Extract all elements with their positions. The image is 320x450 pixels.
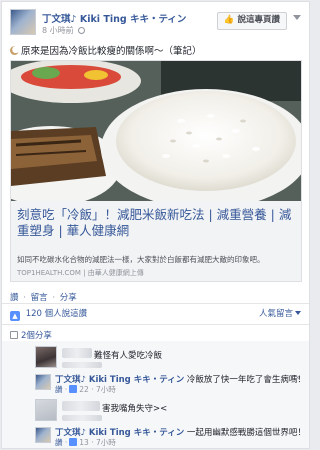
meta-dot: · bbox=[64, 385, 68, 394]
page-like-label: 說這專頁讚 bbox=[237, 15, 280, 25]
reply-likes[interactable]: 13 bbox=[79, 438, 89, 447]
reply-avatar[interactable] bbox=[35, 427, 51, 443]
thumbs-up-icon bbox=[69, 385, 78, 393]
post-actions: 讚 · 留言 · 分享 bbox=[10, 291, 77, 303]
like-page-icon: 👍 bbox=[223, 15, 235, 25]
chevron-down-icon[interactable] bbox=[293, 15, 301, 20]
divider bbox=[2, 303, 309, 304]
reply-item: 丁文琪♪ Kiki Ting キキ・ティン 一起用幽默感戰勝這個世界吧！ 讚 ·… bbox=[2, 424, 309, 448]
comment-action[interactable]: 留言 bbox=[31, 293, 48, 303]
post-time[interactable]: 8 小時前 bbox=[42, 25, 86, 36]
link-domain: TOP1HEALTH.COM bbox=[17, 269, 81, 277]
comment-item: 害我嘴角失守>< bbox=[2, 397, 309, 423]
share-icon bbox=[10, 331, 18, 339]
divider bbox=[2, 324, 309, 325]
caret-down-icon bbox=[295, 311, 301, 315]
like-action[interactable]: 讚 bbox=[10, 293, 19, 303]
comment-text: 害我嘴角失守>< bbox=[62, 402, 167, 414]
likes-summary: ▲ 120 個人說這讚 人氣留言 bbox=[10, 307, 301, 321]
reply-like-action[interactable]: 讚 bbox=[55, 438, 63, 447]
meta-dot: · bbox=[64, 438, 68, 447]
link-source: TOP1HEALTH.COM | 由華人健康網上傳 bbox=[17, 268, 144, 278]
reply-content: 冷飯放了快一年吃了會生病嗎！ bbox=[186, 375, 306, 385]
reply-like-action[interactable]: 讚 bbox=[55, 385, 63, 394]
blurred-meta bbox=[62, 415, 102, 421]
shares-link[interactable]: 2個分享 bbox=[10, 329, 52, 341]
link-preview[interactable]: 刻意吃「冷飯」！減肥米飯新吃法 | 減重營養 | 減重塑身 | 華人健康網 如同… bbox=[10, 60, 302, 282]
link-body[interactable]: 刻意吃「冷飯」！減肥米飯新吃法 | 減重營養 | 減重塑身 | 華人健康網 如同… bbox=[11, 201, 301, 281]
reply-meta: 讚 · 13 · 7小時 bbox=[55, 437, 116, 448]
post-text: 原來是因為冷飯比較瘦的關係啊～（筆記） bbox=[10, 43, 202, 57]
separator-dot: · bbox=[23, 293, 26, 303]
comment-text: 難怪有人愛吃冷飯 bbox=[62, 349, 162, 361]
top-comments-label: 人氣留言 bbox=[258, 309, 293, 319]
post-header: 丁文琪♪ Kiki Ting キキ・ティン 8 小時前 👍 說這專頁讚 bbox=[10, 9, 301, 39]
thumbs-up-icon: ▲ bbox=[10, 311, 20, 321]
post-card: 丁文琪♪ Kiki Ting キキ・ティン 8 小時前 👍 說這專頁讚 原來是因為… bbox=[1, 1, 310, 449]
comment-item: 難怪有人愛吃冷飯 bbox=[2, 344, 309, 370]
comment-content: 難怪有人愛吃冷飯 bbox=[94, 351, 163, 361]
share-action[interactable]: 分享 bbox=[60, 293, 77, 303]
likes-suffix: 個人說這讚 bbox=[44, 309, 88, 319]
link-description: 如同不吃碳水化合物的減肥法一樣，大家對於白飯都有減肥大敵的印象吧。 bbox=[17, 255, 265, 264]
reply-content: 一起用幽默感戰勝這個世界吧！ bbox=[186, 428, 306, 438]
close-icon[interactable]: × bbox=[294, 373, 301, 382]
comment-meta bbox=[62, 414, 102, 423]
reply-avatar[interactable] bbox=[35, 374, 51, 390]
top-comments-dropdown[interactable]: 人氣留言 bbox=[259, 307, 301, 319]
separator-dot: · bbox=[52, 293, 56, 303]
post-text-content: 原來是因為冷飯比較瘦的關係啊～（筆記） bbox=[21, 46, 202, 57]
comments-section: 難怪有人愛吃冷飯 丁文琪♪ Kiki Ting キキ・ティン 冷飯放了快一年吃了… bbox=[2, 341, 309, 448]
likes-count: 120 bbox=[25, 309, 42, 319]
author-avatar[interactable] bbox=[10, 9, 36, 35]
author-name[interactable]: 丁文琪♪ Kiki Ting キキ・ティン bbox=[42, 11, 186, 25]
commenter-avatar[interactable] bbox=[35, 346, 57, 368]
reply-time[interactable]: 7小時 bbox=[96, 438, 116, 447]
shares-text: 2個分享 bbox=[21, 331, 52, 341]
thumbs-up-icon bbox=[69, 438, 78, 446]
moon-emoji-icon bbox=[10, 46, 19, 55]
page-like-button[interactable]: 👍 說這專頁讚 bbox=[216, 12, 287, 30]
blurred-meta bbox=[62, 362, 102, 368]
commenter-avatar[interactable] bbox=[35, 399, 57, 421]
link-uploader: 由華人健康網上傳 bbox=[87, 269, 144, 277]
reply-item: 丁文琪♪ Kiki Ting キキ・ティン 冷飯放了快一年吃了會生病嗎！ 讚 ·… bbox=[2, 371, 309, 395]
comment-meta bbox=[62, 361, 102, 370]
reply-meta: 讚 · 22 · 7小時 bbox=[55, 384, 116, 395]
rice-photo bbox=[11, 61, 301, 201]
reply-likes[interactable]: 22 bbox=[79, 385, 89, 394]
reply-time[interactable]: 7小時 bbox=[96, 385, 116, 394]
meta-dot: · bbox=[91, 438, 94, 447]
link-image[interactable] bbox=[11, 61, 301, 201]
likes-count-link[interactable]: 120 個人說這讚 bbox=[26, 309, 87, 319]
comment-content: 害我嘴角失守>< bbox=[102, 404, 168, 414]
link-title[interactable]: 刻意吃「冷飯」！減肥米飯新吃法 | 減重營養 | 減重塑身 | 華人健康網 bbox=[17, 207, 295, 239]
post-time-label: 8 小時前 bbox=[42, 26, 74, 35]
meta-dot: · bbox=[91, 385, 94, 394]
globe-icon bbox=[78, 27, 86, 34]
